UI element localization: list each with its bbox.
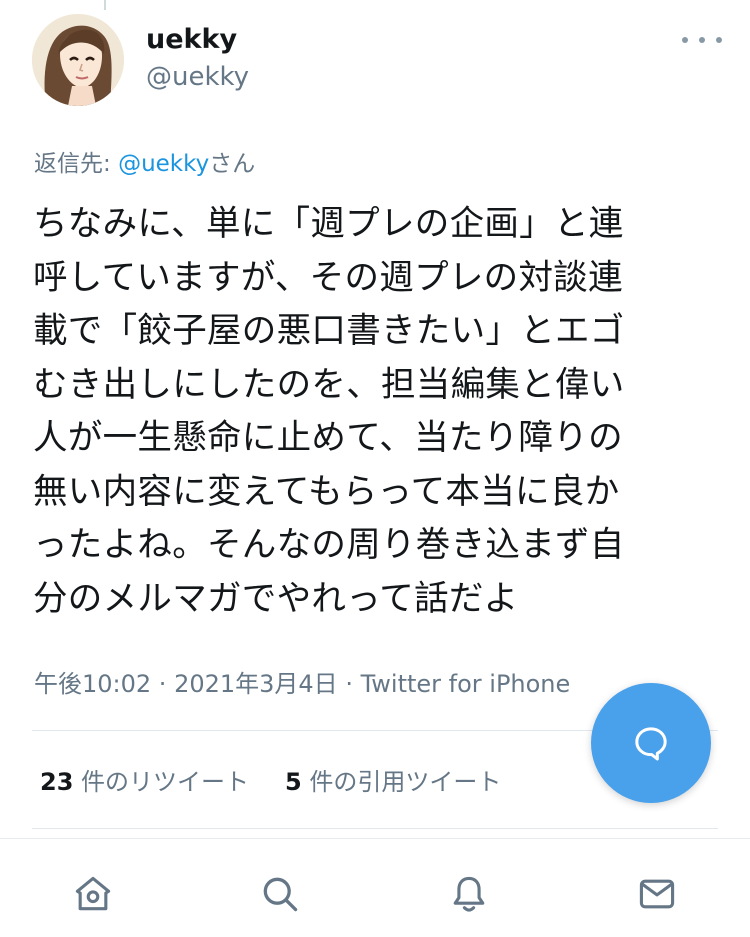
tweet-text: ちなみに、単に「週プレの企画」と連 呼していますが、その週プレの対談連 載で「餃… <box>33 198 713 626</box>
compose-reply-icon <box>635 727 667 761</box>
reply-mention-link[interactable]: @uekky <box>118 151 209 177</box>
quotes-count: 5 <box>285 768 302 796</box>
thread-connector-line <box>104 0 106 10</box>
tab-home[interactable] <box>68 869 118 919</box>
tweet-text-line: ちなみに、単に「週プレの企画」と連 <box>33 204 624 244</box>
tweet-text-line: ったよね。そんなの周り巻き込まず自 <box>33 525 625 565</box>
retweets-stat[interactable]: 23 件のリツイート <box>40 768 249 796</box>
tweet-text-line: 人が一生懸命に止めて、当たり障りの <box>33 418 623 458</box>
tab-messages[interactable] <box>632 869 682 919</box>
tab-search[interactable] <box>255 869 305 919</box>
author-name[interactable]: uekky <box>146 24 237 55</box>
retweets-label: 件のリツイート <box>73 768 250 796</box>
tweet-text-line: 呼していますが、その週プレの対談連 <box>33 257 623 298</box>
messages-icon <box>639 879 675 909</box>
divider <box>32 828 718 829</box>
more-options-button[interactable] <box>682 28 722 52</box>
notifications-icon <box>453 876 485 912</box>
tweet-text-line: 載で「餃子屋の悪口書きたい」とエゴ <box>33 311 625 351</box>
home-icon <box>75 876 111 911</box>
compose-reply-button[interactable] <box>591 683 711 803</box>
tweet-text-line: むき出しにしたのを、担当編集と偉い <box>33 364 625 405</box>
retweets-count: 23 <box>40 768 74 796</box>
tweet-time: 午後10:02 <box>34 670 152 698</box>
avatar[interactable] <box>32 14 124 106</box>
more-horizontal-icon <box>716 37 722 43</box>
reply-prefix: 返信先: <box>34 151 119 177</box>
meta-separator: · <box>337 670 361 698</box>
author-handle[interactable]: @uekky <box>146 62 249 92</box>
reply-suffix: さん <box>209 151 256 177</box>
quotes-stat[interactable]: 5 件の引用ツイート <box>285 768 501 796</box>
bottom-tab-bar <box>0 838 750 937</box>
tab-notifications[interactable] <box>444 869 494 919</box>
tweet-source-link[interactable]: Twitter for iPhone <box>361 670 571 698</box>
tweet-date: 2021年3月4日 <box>174 670 338 698</box>
tweet-text-line: 分のメルマガでやれって話だよ <box>33 578 519 619</box>
more-horizontal-icon <box>699 37 705 43</box>
quotes-label: 件の引用ツイート <box>301 768 502 796</box>
tweet-metadata: 午後10:02 · 2021年3月4日 · Twitter for iPhone <box>34 664 570 699</box>
meta-separator: · <box>151 670 175 698</box>
search-icon <box>263 877 298 912</box>
tweet-text-line: 無い内容に変えてもらって本当に良か <box>33 471 620 512</box>
tweet-stats: 23 件のリツイート 5 件の引用ツイート <box>40 762 537 797</box>
reply-context: 返信先: @uekkyさん <box>34 144 255 178</box>
more-horizontal-icon <box>682 37 688 43</box>
avatar-illustration-icon <box>32 14 124 106</box>
